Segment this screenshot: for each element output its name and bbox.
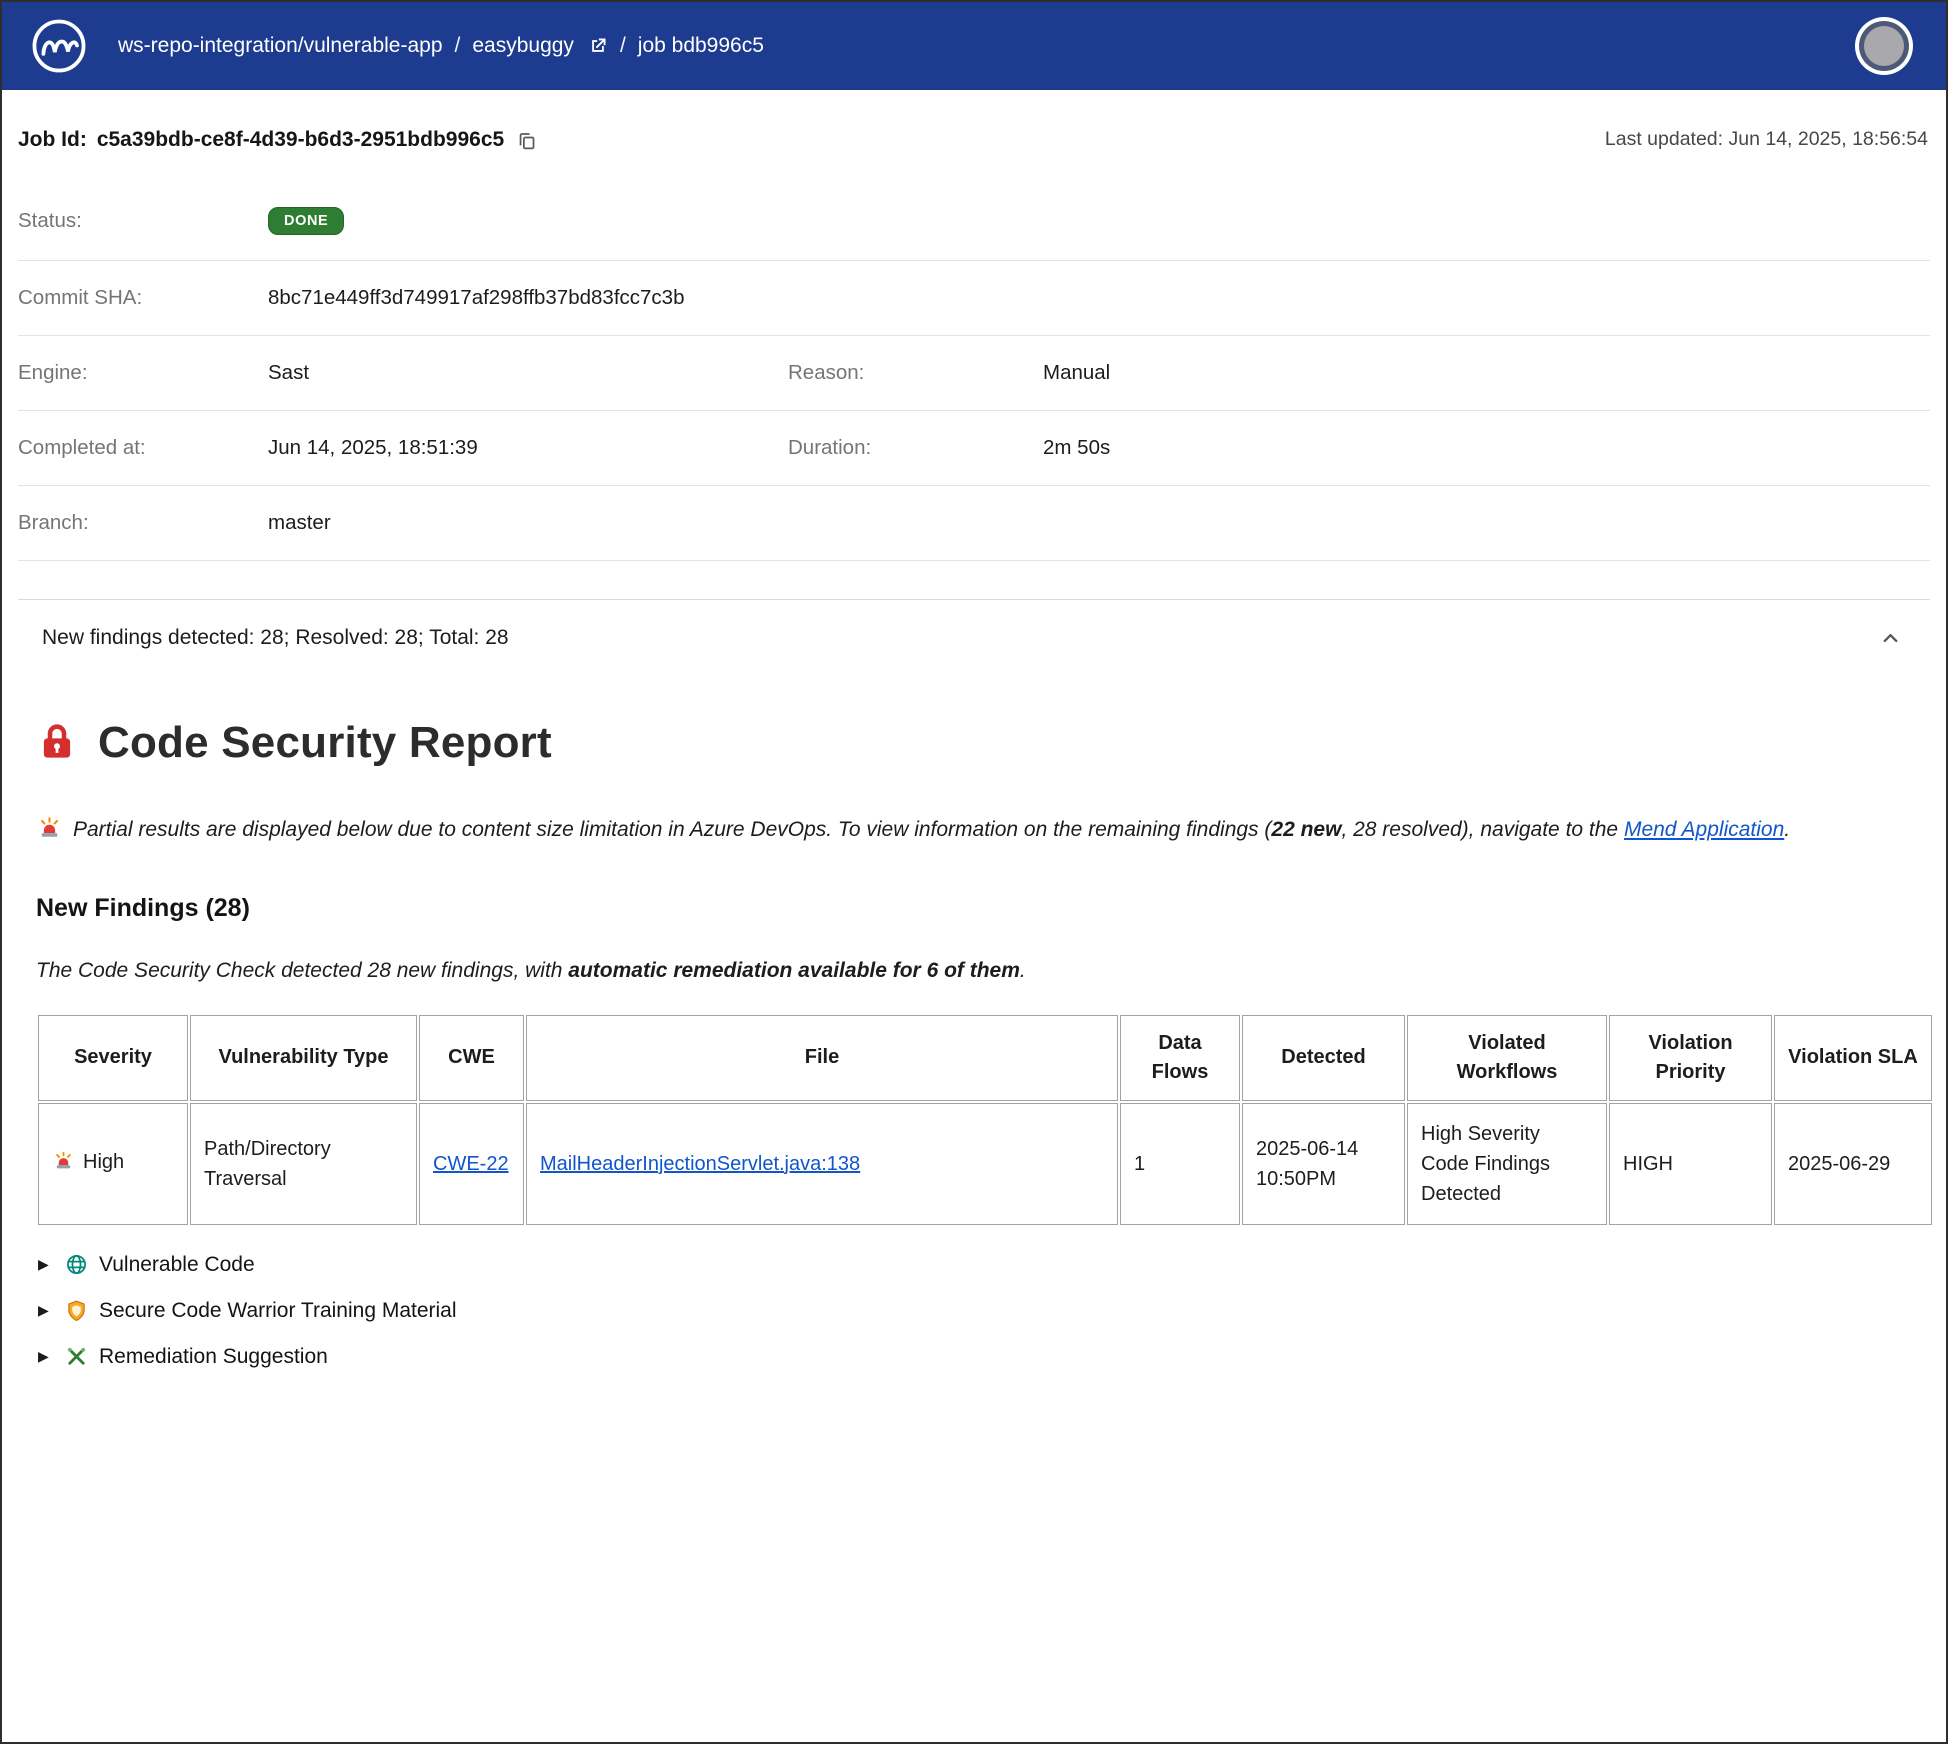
engine-value: Sast	[268, 361, 788, 385]
severity-value: High	[83, 1151, 124, 1173]
data-flows-cell: 1	[1120, 1103, 1240, 1225]
col-header-detected: Detected	[1242, 1015, 1405, 1101]
mend-application-link[interactable]: Mend Application	[1624, 818, 1784, 841]
vulnerable-code-toggle[interactable]: ▶ Vulnerable Code	[38, 1253, 1910, 1277]
commit-row: Commit SHA: 8bc71e449ff3d749917af298ffb3…	[18, 261, 1930, 336]
engine-reason-row: Engine: Sast Reason: Manual	[18, 336, 1930, 411]
file-link[interactable]: MailHeaderInjectionServlet.java:138	[540, 1153, 860, 1175]
chevron-up-icon[interactable]	[1879, 627, 1902, 650]
status-row: Status: DONE	[18, 182, 1930, 261]
page: ws-repo-integration/vulnerable-app / eas…	[0, 0, 1948, 1744]
vulnerability-type-cell: Path/Directory Traversal	[190, 1103, 417, 1225]
col-header-violated-workflows: Violated Workflows	[1407, 1015, 1607, 1101]
col-header-data-flows: Data Flows	[1120, 1015, 1240, 1101]
commit-sha-label: Commit SHA:	[18, 286, 268, 310]
expand-arrow-icon[interactable]: ▶	[38, 1348, 54, 1365]
job-id-label: Job Id:	[18, 128, 87, 152]
status-label: Status:	[18, 209, 268, 233]
findings-summary-bar[interactable]: New findings detected: 28; Resolved: 28;…	[18, 599, 1930, 672]
branch-row: Branch: master	[18, 486, 1930, 561]
detail-label: Secure Code Warrior Training Material	[99, 1299, 457, 1323]
job-id-row: Job Id: c5a39bdb-ce8f-4d39-b6d3-2951bdb9…	[18, 128, 1930, 152]
reason-value: Manual	[1043, 361, 1930, 385]
findings-table: Severity Vulnerability Type CWE File Dat…	[36, 1013, 1934, 1227]
breadcrumb-separator: /	[620, 34, 626, 58]
mend-logo-icon[interactable]	[30, 17, 88, 75]
cwe-link[interactable]: CWE-22	[433, 1153, 509, 1175]
findings-summary-text: New findings detected: 28; Resolved: 28;…	[42, 626, 509, 650]
reason-label: Reason:	[788, 361, 1043, 385]
commit-sha-value: 8bc71e449ff3d749917af298ffb37bd83fcc7c3b	[268, 286, 788, 310]
breadcrumb-repo[interactable]: ws-repo-integration/vulnerable-app	[118, 34, 443, 58]
col-header-violation-priority: Violation Priority	[1609, 1015, 1772, 1101]
violation-sla-cell: 2025-06-29	[1774, 1103, 1932, 1225]
col-header-violation-sla: Violation SLA	[1774, 1015, 1932, 1101]
training-material-toggle[interactable]: ▶ Secure Code Warrior Training Material	[38, 1299, 1910, 1323]
siren-icon	[36, 814, 63, 852]
col-header-vulnerability-type: Vulnerability Type	[190, 1015, 417, 1101]
job-id-value: c5a39bdb-ce8f-4d39-b6d3-2951bdb996c5	[97, 128, 504, 152]
high-severity-siren-icon	[52, 1149, 75, 1181]
status-badge: DONE	[268, 207, 344, 235]
duration-label: Duration:	[788, 436, 1043, 460]
breadcrumb-project[interactable]: easybuggy	[472, 34, 574, 58]
shield-icon	[65, 1299, 88, 1322]
breadcrumb-job[interactable]: job bdb996c5	[638, 34, 764, 58]
col-header-cwe: CWE	[419, 1015, 524, 1101]
duration-value: 2m 50s	[1043, 436, 1930, 460]
branch-value: master	[268, 511, 788, 535]
expand-arrow-icon[interactable]: ▶	[38, 1302, 54, 1319]
partial-results-note: Partial results are displayed below due …	[36, 814, 1910, 852]
finding-detail-toggles: ▶ Vulnerable Code ▶	[36, 1253, 1910, 1369]
last-updated-text: Last updated: Jun 14, 2025, 18:56:54	[1605, 128, 1930, 151]
breadcrumb: ws-repo-integration/vulnerable-app / eas…	[118, 34, 764, 58]
partial-text-suffix: .	[1784, 818, 1790, 841]
copy-icon[interactable]	[516, 130, 537, 151]
col-header-file: File	[526, 1015, 1118, 1101]
remediation-tools-icon	[65, 1345, 88, 1368]
report-title: Code Security Report	[98, 718, 552, 768]
partial-text-before: Partial results are displayed below due …	[73, 818, 1271, 841]
partial-bold-count: 22 new	[1271, 818, 1341, 841]
detected-suffix: .	[1020, 959, 1026, 982]
violated-workflows-cell: High Severity Code Findings Detected	[1407, 1103, 1607, 1225]
completed-at-label: Completed at:	[18, 436, 268, 460]
severity-cell: High	[38, 1103, 188, 1225]
violation-priority-cell: HIGH	[1609, 1103, 1772, 1225]
code-security-report-section: Code Security Report Partial results are…	[2, 672, 1946, 1409]
red-lock-icon	[36, 720, 78, 767]
partial-text-after: , 28 resolved), navigate to the	[1341, 818, 1624, 841]
cwe-cell: CWE-22	[419, 1103, 524, 1225]
detail-label: Remediation Suggestion	[99, 1345, 328, 1369]
remediation-suggestion-toggle[interactable]: ▶ Remediation Suggestion	[38, 1345, 1910, 1369]
detail-label: Vulnerable Code	[99, 1253, 255, 1277]
file-cell: MailHeaderInjectionServlet.java:138	[526, 1103, 1118, 1225]
finding-row: High Path/Directory Traversal CWE-22 Mai…	[38, 1103, 1932, 1225]
detected-cell: 2025-06-14 10:50PM	[1242, 1103, 1405, 1225]
job-details-section: Job Id: c5a39bdb-ce8f-4d39-b6d3-2951bdb9…	[2, 90, 1946, 672]
completed-at-value: Jun 14, 2025, 18:51:39	[268, 436, 788, 460]
engine-label: Engine:	[18, 361, 268, 385]
new-findings-heading: New Findings (28)	[36, 894, 1910, 923]
detected-text-before: The Code Security Check detected 28 new …	[36, 959, 568, 982]
globe-icon	[65, 1253, 88, 1276]
expand-arrow-icon[interactable]: ▶	[38, 1256, 54, 1273]
detected-bold: automatic remediation available for 6 of…	[568, 959, 1020, 982]
breadcrumb-separator: /	[455, 34, 461, 58]
col-header-severity: Severity	[38, 1015, 188, 1101]
external-link-icon[interactable]	[588, 36, 608, 56]
branch-label: Branch:	[18, 511, 268, 535]
top-navigation-bar: ws-repo-integration/vulnerable-app / eas…	[2, 2, 1946, 90]
table-header-row: Severity Vulnerability Type CWE File Dat…	[38, 1015, 1932, 1101]
detection-summary-text: The Code Security Check detected 28 new …	[36, 959, 1910, 983]
user-avatar[interactable]	[1864, 26, 1904, 66]
completed-duration-row: Completed at: Jun 14, 2025, 18:51:39 Dur…	[18, 411, 1930, 486]
